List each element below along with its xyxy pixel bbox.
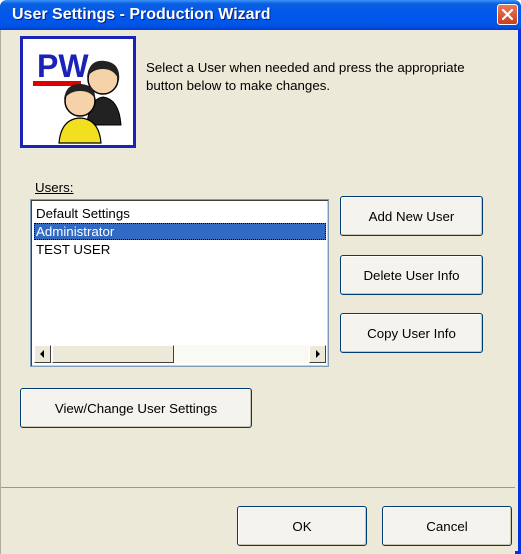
view-change-user-settings-button[interactable]: View/Change User Settings (20, 388, 252, 428)
users-listbox[interactable]: Default Settings Administrator TEST USER (30, 199, 329, 367)
add-new-user-button[interactable]: Add New User (340, 196, 483, 236)
copy-user-info-button[interactable]: Copy User Info (340, 313, 483, 353)
user-item-default-settings[interactable]: Default Settings (34, 205, 326, 222)
arrow-right-icon (316, 350, 320, 358)
users-icon: PW (33, 48, 122, 144)
user-item-administrator[interactable]: Administrator (34, 223, 326, 240)
cancel-button[interactable]: Cancel (382, 506, 512, 546)
ok-button[interactable]: OK (237, 506, 367, 546)
instructions-text: Select a User when needed and press the … (146, 60, 465, 93)
arrow-left-icon (40, 350, 44, 358)
horizontal-scrollbar[interactable] (34, 345, 326, 363)
scroll-right-button[interactable] (309, 345, 326, 363)
production-wizard-logo: PW (20, 36, 136, 148)
logo-letters: PW (37, 48, 89, 84)
user-item-test-user[interactable]: TEST USER (34, 241, 326, 258)
users-label: Users: (35, 180, 74, 195)
close-icon (502, 9, 513, 20)
delete-user-info-button[interactable]: Delete User Info (340, 255, 483, 295)
window-title: User Settings - Production Wizard (12, 6, 271, 23)
scroll-left-button[interactable] (34, 345, 51, 363)
close-button[interactable] (497, 4, 518, 25)
scroll-thumb[interactable] (52, 345, 174, 363)
window-left-edge (0, 30, 1, 554)
title-bar[interactable]: User Settings - Production Wizard (0, 0, 521, 30)
